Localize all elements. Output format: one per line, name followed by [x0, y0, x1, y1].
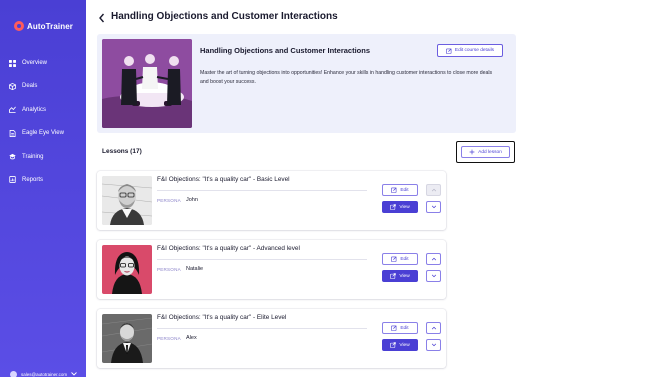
edit-icon	[391, 187, 397, 193]
sidebar-item-deals[interactable]: Deals	[9, 80, 81, 92]
course-image	[102, 39, 192, 128]
persona-name: Natalie	[186, 266, 204, 272]
sidebar: AutoTrainer Overview Deals Analytics Eag…	[0, 0, 86, 377]
view-lesson-button[interactable]: View	[382, 201, 418, 213]
divider	[157, 259, 367, 260]
divider	[157, 328, 367, 329]
persona-label: PERSONA	[157, 198, 181, 203]
sidebar-item-label: Reports	[22, 176, 44, 183]
edit-label: Edit	[400, 256, 409, 262]
sidebar-nav: Overview Deals Analytics Eagle Eye View …	[9, 57, 81, 197]
avatar	[10, 371, 17, 377]
document-icon	[9, 129, 16, 137]
move-up-button[interactable]	[426, 184, 441, 196]
persona-name: Alex	[186, 335, 197, 341]
report-icon	[9, 176, 16, 184]
chevron-up-icon	[431, 188, 436, 192]
user-email: sales@autotrainer.com	[21, 372, 68, 377]
edit-icon	[391, 325, 397, 331]
edit-lesson-button[interactable]: Edit	[382, 184, 418, 196]
course-description: Master the art of turning objections int…	[200, 70, 493, 85]
edit-icon	[445, 48, 452, 54]
move-down-button[interactable]	[426, 201, 441, 213]
user-menu[interactable]: sales@autotrainer.com	[10, 371, 77, 377]
persona-image-john	[102, 176, 152, 225]
move-down-button[interactable]	[426, 270, 441, 282]
view-lesson-button[interactable]: View	[382, 339, 418, 351]
edit-label: Edit	[400, 187, 409, 193]
edit-lesson-button[interactable]: Edit	[382, 253, 418, 265]
chevron-up-icon	[431, 257, 436, 261]
view-lesson-button[interactable]: View	[382, 270, 418, 282]
persona-image-alex	[102, 314, 152, 363]
chevron-down-icon	[431, 205, 436, 209]
brand[interactable]: AutoTrainer	[14, 21, 73, 31]
graduation-cap-icon	[9, 153, 16, 160]
edit-icon	[391, 256, 397, 262]
course-card: Handling Objections and Customer Interac…	[97, 34, 516, 133]
lessons-heading: Lessons (17)	[102, 148, 142, 155]
sidebar-item-eagle-eye-view[interactable]: Eagle Eye View	[9, 127, 81, 139]
sidebar-item-label: Overview	[22, 60, 48, 66]
move-down-button[interactable]	[426, 339, 441, 351]
box-icon	[9, 82, 16, 90]
external-link-icon	[390, 204, 397, 210]
add-lesson-label: Add lesson	[478, 149, 502, 155]
edit-lesson-button[interactable]: Edit	[382, 322, 418, 334]
autotrainer-logo-icon	[14, 21, 24, 31]
persona-name: John	[186, 197, 198, 203]
plus-icon	[469, 149, 475, 155]
chevron-down-icon	[431, 343, 436, 347]
sidebar-item-label: Eagle Eye View	[22, 130, 64, 137]
sidebar-item-analytics[interactable]: Analytics	[9, 104, 81, 116]
page-title: Handling Objections and Customer Interac…	[111, 11, 338, 22]
view-label: View	[399, 342, 410, 348]
sidebar-item-reports[interactable]: Reports	[9, 174, 81, 186]
chart-icon	[9, 106, 16, 114]
view-label: View	[399, 204, 410, 210]
external-link-icon	[390, 342, 397, 348]
lesson-title: F&I Objections: "It's a quality car" - E…	[157, 314, 287, 321]
back-button[interactable]	[97, 11, 107, 23]
chevron-left-icon	[99, 13, 105, 23]
lesson-card: F&I Objections: "It's a quality car" - B…	[97, 171, 446, 230]
sidebar-item-training[interactable]: Training	[9, 151, 81, 163]
edit-course-label: Edit course details	[454, 48, 495, 53]
chevron-up-icon	[431, 326, 436, 330]
edit-label: Edit	[400, 325, 409, 331]
chevron-down-icon	[71, 372, 77, 377]
course-title: Handling Objections and Customer Interac…	[200, 46, 371, 55]
persona-label: PERSONA	[157, 267, 181, 272]
chevron-down-icon	[431, 274, 436, 278]
external-link-icon	[390, 273, 397, 279]
persona-image-natalie	[102, 245, 152, 294]
brand-name: AutoTrainer	[27, 21, 73, 31]
lesson-title: F&I Objections: "It's a quality car" - A…	[157, 245, 300, 252]
view-label: View	[399, 273, 410, 279]
move-up-button[interactable]	[426, 322, 441, 334]
sidebar-item-label: Training	[22, 153, 44, 160]
lesson-card: F&I Objections: "It's a quality car" - E…	[97, 309, 446, 368]
sidebar-item-label: Analytics	[22, 106, 47, 113]
grid-icon	[9, 59, 16, 67]
move-up-button[interactable]	[426, 253, 441, 265]
persona-label: PERSONA	[157, 336, 181, 341]
lesson-card: F&I Objections: "It's a quality car" - A…	[97, 240, 446, 299]
add-lesson-button[interactable]: Add lesson	[461, 146, 510, 158]
divider	[157, 190, 367, 191]
sidebar-item-label: Deals	[22, 83, 38, 90]
sidebar-item-overview[interactable]: Overview	[9, 57, 81, 69]
lesson-title: F&I Objections: "It's a quality car" - B…	[157, 176, 290, 183]
edit-course-details-button[interactable]: Edit course details	[437, 44, 503, 57]
